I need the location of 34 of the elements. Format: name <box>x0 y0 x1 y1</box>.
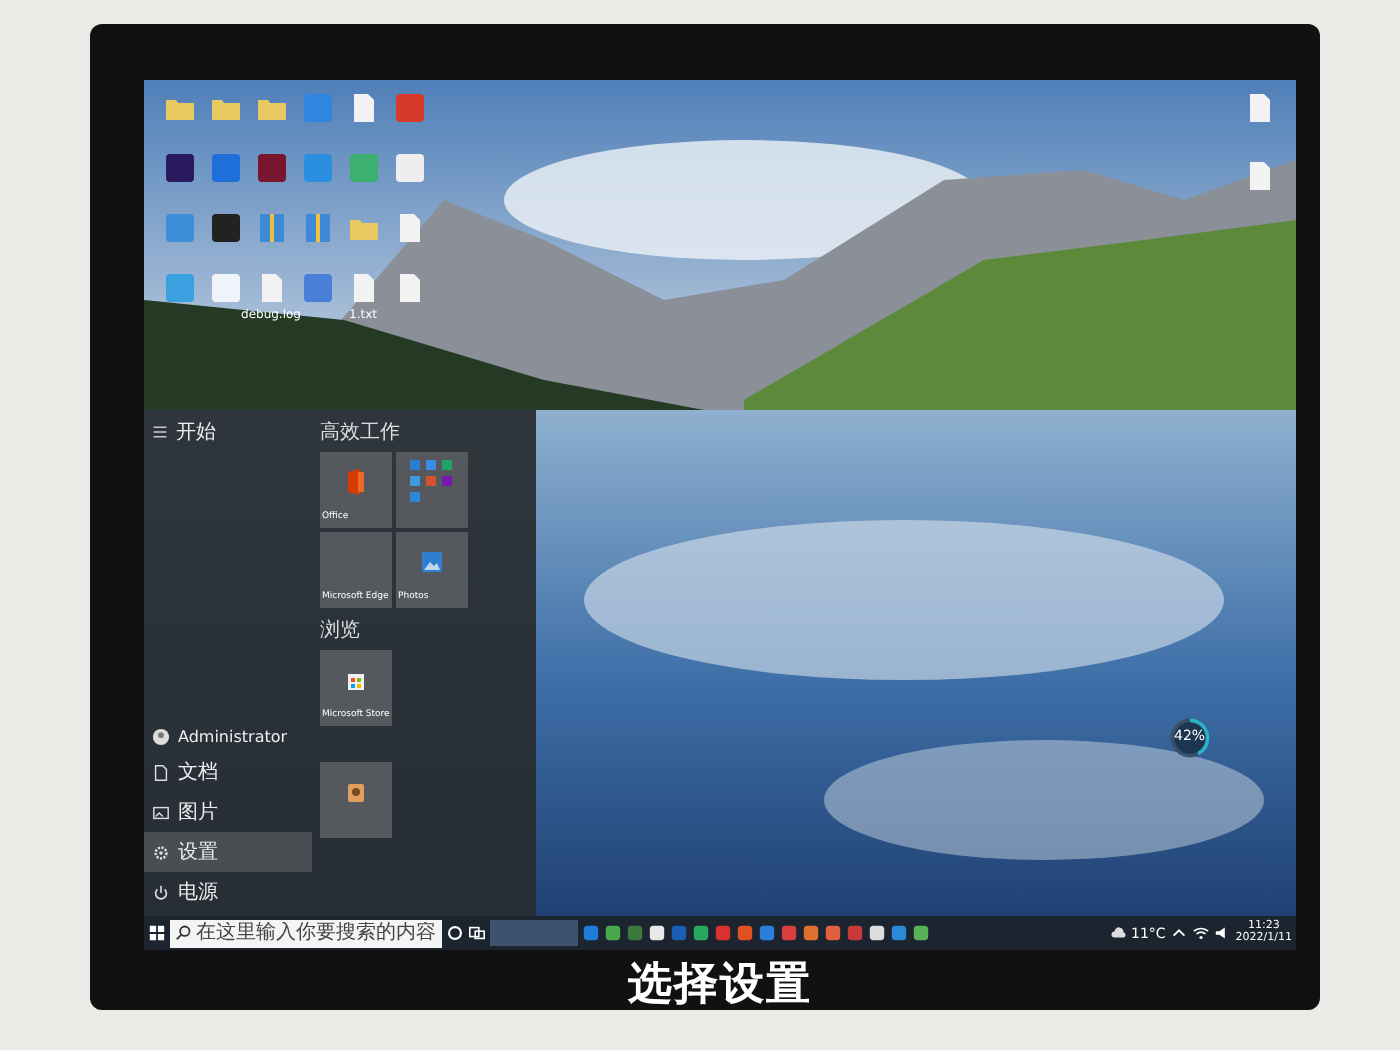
app-tile[interactable] <box>396 452 468 528</box>
office-icon <box>344 468 368 496</box>
archive-icon[interactable] <box>255 212 287 244</box>
start-menu-item[interactable]: 图片 <box>144 792 312 832</box>
document-icon <box>152 763 170 781</box>
windows-start-icon[interactable] <box>148 924 166 942</box>
tile-group-title: 高效工作 <box>320 419 402 446</box>
wifi-icon[interactable] <box>1191 924 1210 942</box>
start-menu-item[interactable]: 文档 <box>144 752 312 792</box>
app-icon[interactable] <box>209 212 241 244</box>
archive-icon[interactable] <box>301 212 333 244</box>
app-tile[interactable] <box>320 762 392 838</box>
app-icons-drawing <box>408 458 456 506</box>
search-icon <box>174 924 192 942</box>
chevron-up-icon[interactable] <box>1169 924 1188 942</box>
usage-ring-icon <box>1168 716 1212 760</box>
document-icon[interactable] <box>1244 160 1276 192</box>
settings-icon <box>152 843 170 861</box>
cloud-icon <box>1109 924 1127 942</box>
tile-group-title: 浏览 <box>320 617 362 644</box>
start-menu-item[interactable]: 设置 <box>144 832 312 872</box>
menu-icon[interactable] <box>152 424 168 440</box>
avatar-icon <box>152 728 170 746</box>
picture-icon <box>152 803 170 821</box>
circle-icon[interactable] <box>446 924 464 942</box>
document-icon[interactable] <box>1244 92 1276 124</box>
power-icon <box>152 883 170 901</box>
app-icon[interactable] <box>163 152 195 184</box>
photo-icon <box>420 548 444 576</box>
user-account-item[interactable]: Administrator <box>144 722 312 752</box>
start-title: 开始 <box>176 420 216 446</box>
video-subtitle: 选择设置 <box>628 958 812 1014</box>
start-menu-item[interactable]: 电源 <box>144 872 312 912</box>
task-view-icon[interactable] <box>468 924 486 942</box>
